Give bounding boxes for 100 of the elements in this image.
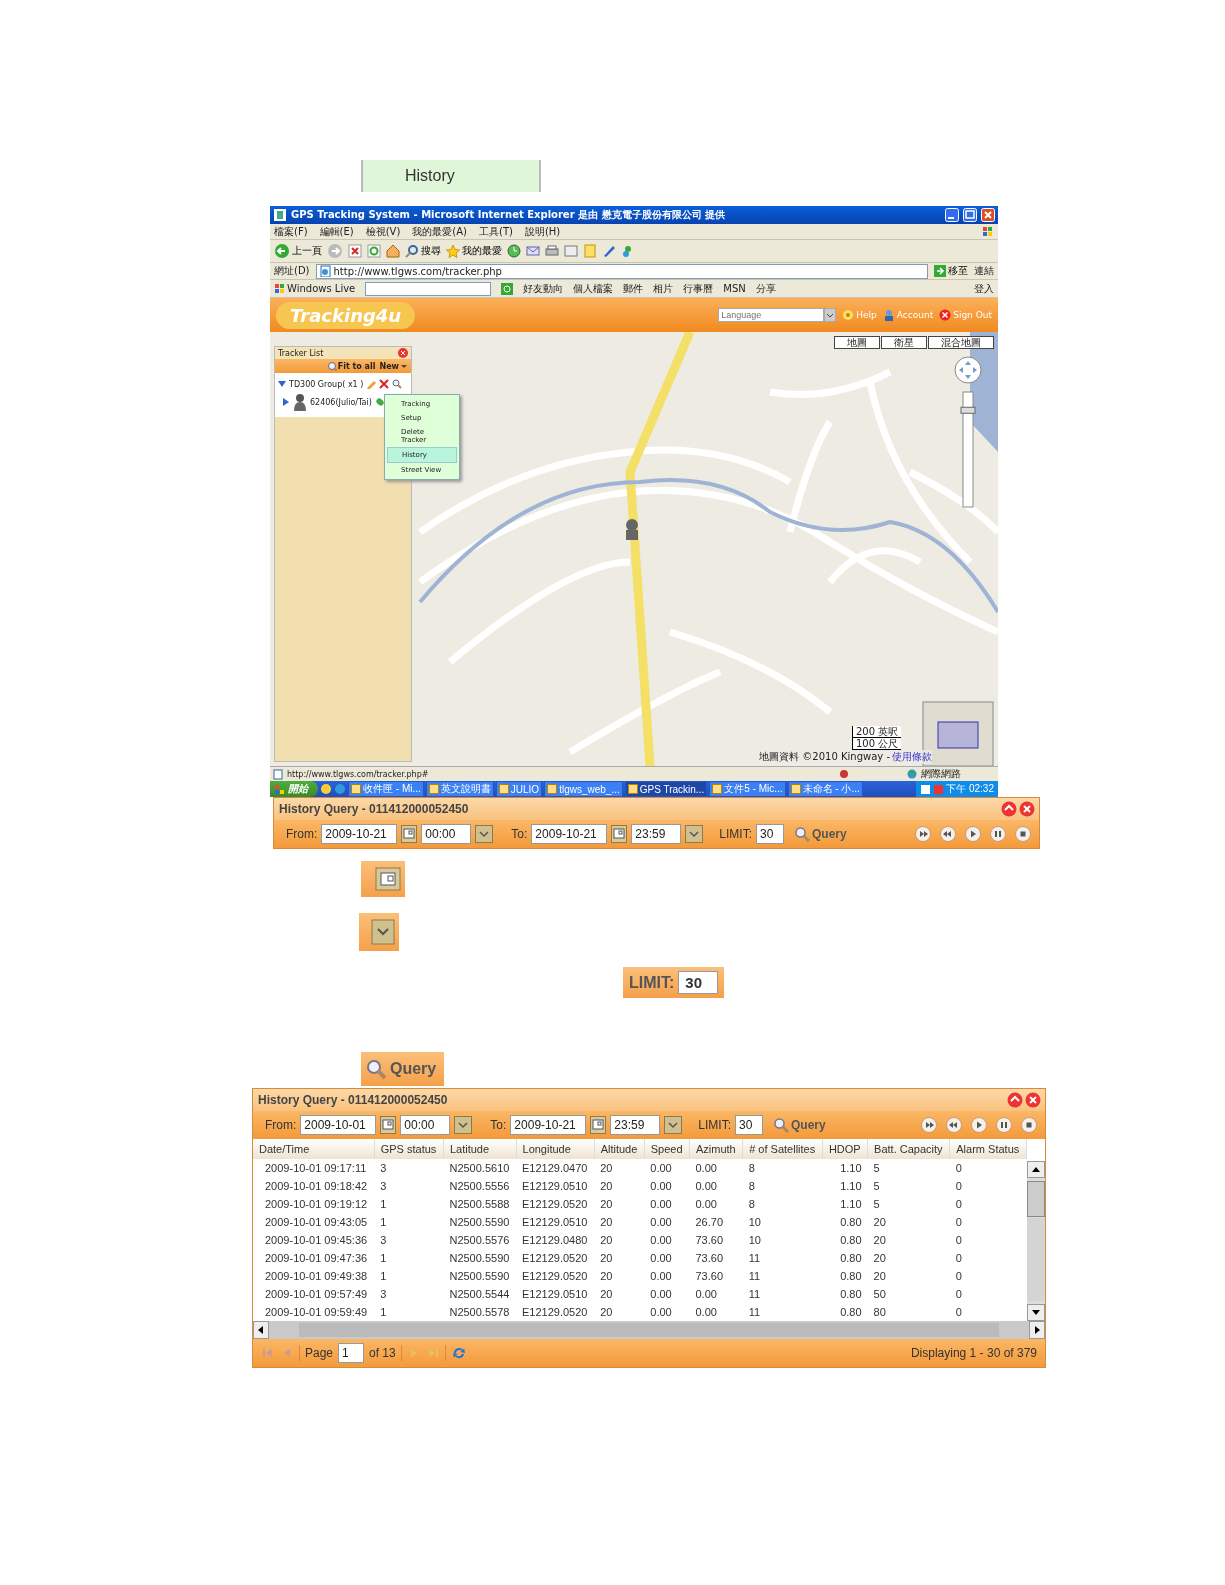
menu-item[interactable]: 工具(T) (479, 224, 513, 239)
collapse-icon[interactable] (1001, 801, 1017, 817)
tray-icon[interactable] (920, 783, 932, 795)
toolbar-link[interactable]: 個人檔案 (573, 281, 614, 296)
delete-icon[interactable] (379, 379, 390, 389)
zoom-slider-thumb[interactable] (960, 406, 976, 414)
fast-forward-icon[interactable] (915, 826, 931, 842)
minimize-icon[interactable] (945, 208, 959, 222)
tree-item[interactable]: TD300 Group( x1 ) (289, 379, 364, 389)
home-icon[interactable] (386, 244, 400, 258)
toolbar-link[interactable]: MSN (723, 283, 746, 294)
taskbar-button[interactable]: tlgws_web_... (544, 781, 623, 797)
column-header[interactable]: Altitude (594, 1139, 645, 1159)
fast-forward-icon[interactable] (921, 1117, 937, 1133)
calendar-icon[interactable] (611, 825, 628, 843)
search-go-icon[interactable] (501, 282, 514, 295)
column-header[interactable]: HDOP (822, 1139, 868, 1159)
caret-icon[interactable] (664, 1116, 683, 1134)
calendar-icon[interactable] (375, 867, 401, 891)
scroll-down-icon[interactable] (1027, 1304, 1045, 1321)
go-button[interactable]: 移至 (934, 264, 968, 278)
column-header[interactable]: # of Satellites (742, 1139, 823, 1159)
menu-item[interactable]: 檢視(V) (365, 224, 401, 239)
menu-item[interactable]: 我的最愛(A) (412, 224, 467, 239)
collapsed-arrow-icon[interactable] (282, 398, 290, 406)
taskbar-button[interactable]: 英文說明書 (425, 781, 494, 797)
start-button[interactable]: 開始 (270, 781, 318, 797)
limit-field[interactable]: 30 (756, 824, 785, 844)
column-header[interactable]: Azimuth (689, 1139, 743, 1159)
refresh-icon[interactable] (450, 1345, 467, 1361)
terms-link[interactable]: 使用條款 (892, 750, 932, 764)
search-field[interactable] (365, 281, 492, 296)
column-header[interactable]: GPS status (374, 1139, 444, 1159)
date-field[interactable]: 2009-10-21 (531, 824, 608, 844)
column-header[interactable]: Latitude (443, 1139, 516, 1159)
column-header[interactable]: Longitude (516, 1139, 595, 1159)
query-button[interactable]: Query (773, 1117, 826, 1133)
scroll-up-icon[interactable] (1027, 1161, 1045, 1178)
rewind-icon[interactable] (940, 826, 956, 842)
page-field[interactable]: 1 (338, 1343, 365, 1363)
favorites-button[interactable]: 我的最愛 (446, 244, 502, 258)
close-icon[interactable] (1025, 1092, 1041, 1108)
date-field[interactable]: 2009-10-01 (300, 1115, 377, 1135)
taskbar-button[interactable]: 收件匣 - Mi... (348, 781, 424, 797)
fit-to-all-button[interactable]: Fit to all (326, 361, 376, 371)
caret-icon[interactable] (475, 825, 494, 843)
stop-icon[interactable] (1021, 1117, 1037, 1133)
pencil-icon[interactable] (366, 379, 377, 389)
query-button[interactable]: Query (794, 826, 847, 842)
overview-map[interactable] (922, 701, 994, 766)
new-menu-button[interactable]: New (379, 361, 407, 371)
calendar-icon[interactable] (380, 1116, 397, 1134)
pan-control[interactable] (954, 356, 982, 384)
map-type-button[interactable]: 地圖 (834, 336, 880, 349)
expanded-arrow-icon[interactable] (278, 380, 286, 388)
windows-live-button[interactable]: Windows Live (274, 283, 356, 294)
column-header[interactable]: Speed (644, 1139, 690, 1159)
toolbar-link[interactable]: 好友動向 (523, 281, 564, 296)
pen-icon[interactable] (602, 244, 616, 258)
horizontal-scrollbar[interactable] (299, 1322, 999, 1338)
taskbar-button[interactable]: JULIO (495, 781, 543, 797)
pause-icon[interactable] (996, 1117, 1012, 1133)
toolbar-link[interactable]: 郵件 (623, 281, 644, 296)
stop-icon[interactable] (348, 244, 362, 258)
menu-item[interactable]: 說明(H) (524, 224, 561, 239)
zoom-slider-track[interactable] (962, 391, 974, 508)
rewind-icon[interactable] (946, 1117, 962, 1133)
menu-item[interactable]: History (361, 160, 541, 192)
menu-item[interactable]: 編輯(E) (319, 224, 354, 239)
taskbar-button[interactable]: GPS Trackin... (624, 781, 708, 797)
toolbar-link[interactable]: 相片 (653, 281, 674, 296)
tree-item[interactable]: 62406(Julio/Tai) (310, 397, 372, 407)
search-button[interactable]: 搜尋 (405, 244, 441, 258)
toolbar-link[interactable]: 分享 (755, 281, 776, 296)
map-type-button[interactable]: 衛星 (881, 336, 927, 349)
column-header[interactable]: Batt. Capacity (867, 1139, 950, 1159)
time-field[interactable]: 00:00 (421, 824, 472, 844)
date-field[interactable]: 2009-10-21 (321, 824, 398, 844)
close-icon[interactable] (1019, 801, 1035, 817)
menu-item[interactable]: 檔案(F) (274, 224, 308, 239)
taskbar-button[interactable]: 文件5 - Mic... (709, 781, 786, 797)
close-icon[interactable] (398, 348, 408, 358)
refresh-icon[interactable] (367, 244, 381, 258)
column-header[interactable]: Date/Time (253, 1139, 375, 1159)
printer-icon[interactable] (545, 244, 559, 258)
person-marker-icon[interactable] (626, 519, 638, 540)
column-header[interactable]: Alarm Status (949, 1139, 1027, 1159)
time-field[interactable]: 23:59 (610, 1115, 661, 1135)
limit-field[interactable]: 30 (678, 971, 719, 994)
calendar-icon[interactable] (401, 825, 418, 843)
toolbar-link[interactable]: 行事曆 (683, 281, 714, 296)
leaf-icon[interactable] (374, 397, 385, 407)
scroll-right-icon[interactable] (1029, 1321, 1045, 1339)
maximize-icon[interactable] (963, 208, 977, 222)
calendar-icon[interactable] (590, 1116, 607, 1134)
pause-icon[interactable] (990, 826, 1006, 842)
limit-field[interactable]: 30 (735, 1115, 764, 1135)
history-icon[interactable] (507, 244, 521, 258)
language-select[interactable]: Language (718, 308, 825, 322)
links-button[interactable]: 連結 (974, 264, 994, 278)
